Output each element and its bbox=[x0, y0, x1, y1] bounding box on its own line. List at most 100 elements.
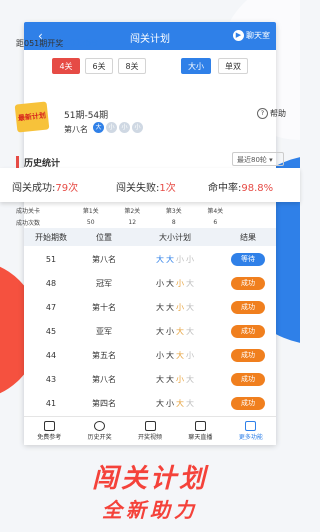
header-size-plan: 大小计划 bbox=[159, 232, 191, 242]
nav-more[interactable]: 更多功能 bbox=[226, 417, 276, 445]
nav-chat-live[interactable]: 聊天直播 bbox=[175, 417, 225, 445]
level-cell: 第4关 bbox=[207, 207, 224, 215]
nav-label: 免费参考 bbox=[37, 434, 62, 441]
cell-position: 第十名 bbox=[92, 302, 116, 312]
level-row: 成功关卡 第1关 第2关 第3关 第4关 bbox=[16, 204, 236, 216]
size-mark: 大 bbox=[186, 278, 194, 288]
fail-stat: 闯关失败:1次 bbox=[116, 179, 176, 194]
size-mark: 大 bbox=[166, 374, 174, 384]
pass-value: 79次 bbox=[55, 183, 79, 194]
table-row: 43 第八名大大小大成功 bbox=[24, 367, 276, 392]
tab-4-levels[interactable]: 4关 bbox=[52, 58, 80, 74]
cell-size-plan: 大大小大 bbox=[130, 374, 220, 385]
result-badge[interactable]: 成功 bbox=[231, 396, 265, 410]
slogan-line2: 全新助力 bbox=[102, 498, 198, 522]
chip: 小 bbox=[106, 122, 117, 133]
tab-8-levels[interactable]: 8关 bbox=[118, 58, 146, 74]
count-cell: 12 bbox=[128, 218, 137, 226]
cell-issue: 45 bbox=[45, 326, 57, 336]
count-cell: 6 bbox=[213, 218, 218, 226]
nav-label: 历史开奖 bbox=[87, 434, 112, 441]
size-mark: 大 bbox=[156, 374, 164, 384]
size-mark: 小 bbox=[166, 398, 174, 408]
table-row: 51 第八名大大小小等待 bbox=[24, 247, 276, 272]
size-mark: 大 bbox=[156, 254, 164, 264]
plan-rank: 第八名 bbox=[64, 125, 88, 134]
size-mark: 小 bbox=[186, 350, 194, 360]
tab-size[interactable]: 大小 bbox=[181, 58, 211, 74]
header-result: 结果 bbox=[240, 232, 256, 242]
tab-odd-even[interactable]: 单双 bbox=[218, 58, 248, 74]
cell-position: 第八名 bbox=[92, 374, 116, 384]
size-mark: 大 bbox=[156, 326, 164, 336]
cell-position: 亚军 bbox=[96, 326, 112, 336]
result-badge[interactable]: 成功 bbox=[231, 276, 265, 290]
size-mark: 大 bbox=[156, 302, 164, 312]
help-label: 帮助 bbox=[270, 109, 286, 118]
count-row: 成功次数 50 12 8 6 bbox=[16, 216, 236, 228]
latest-plan-logo: 最新计划 bbox=[14, 101, 50, 133]
header-position: 位置 bbox=[96, 232, 112, 242]
nav-history[interactable]: 历史开奖 bbox=[74, 417, 124, 445]
cell-result: 成功 bbox=[220, 276, 276, 290]
bottom-nav: 免费参考 历史开奖 开奖视频 聊天直播 更多功能 bbox=[24, 416, 276, 445]
cell-result: 成功 bbox=[220, 372, 276, 386]
nav-free-reference[interactable]: 免费参考 bbox=[24, 417, 74, 445]
chat-room-button[interactable]: ▶ 聊天室 bbox=[233, 30, 270, 41]
size-mark: 大 bbox=[176, 350, 184, 360]
result-badge[interactable]: 成功 bbox=[231, 348, 265, 362]
size-mark: 小 bbox=[156, 350, 164, 360]
plan-chips: 大 小 小 小 bbox=[93, 122, 143, 133]
level-cell: 第3关 bbox=[165, 207, 182, 215]
range-select-value: 最近80轮 bbox=[237, 156, 267, 164]
result-badge[interactable]: 等待 bbox=[231, 252, 265, 266]
clock-icon bbox=[94, 421, 106, 431]
tab-6-levels[interactable]: 6关 bbox=[85, 58, 113, 74]
size-mark: 大 bbox=[186, 302, 194, 312]
cell-issue: 47 bbox=[45, 302, 57, 312]
size-mark: 小 bbox=[156, 278, 164, 288]
size-mark: 小 bbox=[176, 254, 184, 264]
cell-size-plan: 大小大大 bbox=[130, 326, 220, 337]
size-mark: 大 bbox=[166, 350, 174, 360]
help-button[interactable]: ? 帮助 bbox=[257, 108, 286, 119]
nav-video[interactable]: 开奖视频 bbox=[125, 417, 175, 445]
result-badge[interactable]: 成功 bbox=[231, 372, 265, 386]
cell-size-plan: 小大小大 bbox=[130, 278, 220, 289]
cell-size-plan: 大大小大 bbox=[130, 302, 220, 313]
cell-position: 第四名 bbox=[92, 398, 116, 408]
table-row: 47 第十名大大小大成功 bbox=[24, 295, 276, 320]
size-mark: 大 bbox=[176, 326, 184, 336]
nav-label: 开奖视频 bbox=[138, 434, 163, 441]
cell-result: 等待 bbox=[220, 252, 276, 266]
fail-value: 1次 bbox=[159, 183, 176, 194]
table-row: 45 亚军大小大大成功 bbox=[24, 319, 276, 344]
chip: 小 bbox=[119, 122, 130, 133]
slogan-line1: 闯关计划 bbox=[91, 464, 208, 494]
level-header: 成功关卡 bbox=[16, 207, 41, 215]
pass-stat: 闯关成功:79次 bbox=[12, 179, 78, 194]
result-badge[interactable]: 成功 bbox=[231, 300, 265, 314]
cell-result: 成功 bbox=[220, 348, 276, 362]
table-row: 44 第五名小大大小成功 bbox=[24, 343, 276, 368]
cell-result: 成功 bbox=[220, 396, 276, 410]
header-issue: 开始期数 bbox=[35, 232, 67, 242]
period-label: 距051期开奖 bbox=[16, 39, 64, 48]
cell-result: 成功 bbox=[220, 324, 276, 338]
rate-label: 命中率: bbox=[208, 183, 242, 194]
fail-label: 闯关失败: bbox=[116, 183, 160, 194]
size-mark: 大 bbox=[186, 398, 194, 408]
nav-label: 更多功能 bbox=[238, 434, 263, 441]
countdown-row: 距051期开奖 01:59 bbox=[16, 38, 98, 49]
size-mark: 小 bbox=[186, 254, 194, 264]
size-mark: 小 bbox=[176, 374, 184, 384]
size-mark: 小 bbox=[176, 278, 184, 288]
cell-position: 第八名 bbox=[92, 254, 116, 264]
range-select[interactable]: 最近80轮 ▾ bbox=[232, 152, 284, 166]
table-header: 开始期数 位置 大小计划 结果 bbox=[24, 228, 276, 246]
cell-issue: 48 bbox=[45, 278, 57, 288]
pass-label: 闯关成功: bbox=[12, 183, 56, 194]
size-mark: 小 bbox=[166, 326, 174, 336]
chip: 小 bbox=[132, 122, 143, 133]
result-badge[interactable]: 成功 bbox=[231, 324, 265, 338]
